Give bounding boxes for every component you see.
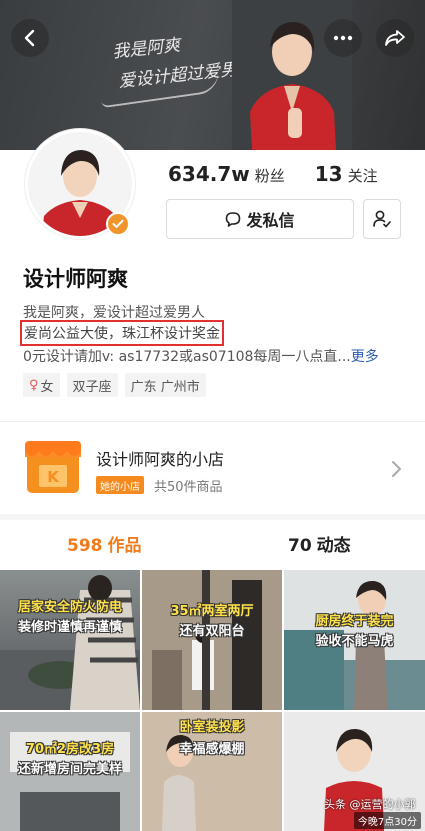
tile-caption: 35㎡两室两厅 <box>170 604 254 619</box>
banner-handwriting-1: 我是阿爽 <box>111 35 182 63</box>
share-arrow-icon <box>385 30 405 46</box>
tile-subcaption: 验收不能马虎 <box>315 634 394 649</box>
tile-caption: 70㎡2房改3房 <box>25 742 115 757</box>
gender-tag: ♀ 女 <box>23 373 60 397</box>
video-grid: 居家安全防火防电 装修时谨慎再谨慎 35㎡两室两厅 还有双阳台 厨房终于装完 验… <box>0 570 425 831</box>
profile-stats: 634.7w 粉丝 13 关注 <box>168 162 378 186</box>
back-button[interactable] <box>11 19 49 57</box>
profile-name: 设计师阿爽 <box>23 267 128 291</box>
shop-icon[interactable]: K <box>23 437 83 497</box>
tile-caption: 卧室装投影 <box>179 720 245 735</box>
profile-tags: ♀ 女 双子座 广东 广州市 <box>23 373 206 397</box>
gender-label: 女 <box>40 379 54 395</box>
bio-more-link[interactable]: 更多 <box>351 349 379 365</box>
location-tag: 广东 广州市 <box>124 373 206 397</box>
add-friend-button[interactable] <box>363 199 401 239</box>
bio-line-3-text: 0元设计请加v: as17732或as07108每周一八点直... <box>23 349 351 365</box>
verified-badge <box>106 212 130 236</box>
tile-subcaption: 还新增房间完美样 <box>17 762 122 777</box>
video-tile[interactable]: 卧室装投影 幸福感爆棚 <box>142 712 282 831</box>
works-count: 598 <box>67 536 103 556</box>
video-thumbnail <box>0 575 140 710</box>
tile-subcaption: 幸福感爆棚 <box>179 742 245 757</box>
female-icon: ♀ <box>29 377 39 393</box>
following-count[interactable]: 13 <box>315 162 343 186</box>
profile-banner: 我是阿爽 爱设计超过爱男人 <box>0 0 425 150</box>
video-tile[interactable]: 35㎡两室两厅 还有双阳台 <box>142 570 282 710</box>
chevron-right-icon[interactable] <box>390 460 402 478</box>
tile-subcaption: 还有双阳台 <box>179 624 245 639</box>
checkmark-icon <box>112 219 124 229</box>
user-check-icon <box>373 210 391 228</box>
posts-count: 70 <box>288 536 312 556</box>
video-tile[interactable]: 厨房终于装完 验收不能马虎 <box>284 570 425 710</box>
more-dots-icon <box>333 35 353 41</box>
shop-badge: 她的小店 <box>96 476 144 494</box>
bio-line-3: 0元设计请加v: as17732或as07108每周一八点直...更多 <box>23 346 379 366</box>
bio-line-1: 我是阿爽，爱设计超过爱男人 <box>23 305 205 321</box>
tab-posts[interactable]: 70 动态 <box>288 531 351 556</box>
chat-bubble-icon <box>226 212 241 227</box>
svg-text:K: K <box>47 468 60 486</box>
tile-caption: 厨房终于装完 <box>315 614 394 629</box>
more-button[interactable] <box>324 19 362 57</box>
message-label: 发私信 <box>246 211 295 230</box>
zodiac-tag: 双子座 <box>66 373 118 397</box>
tile-subcaption: 装修时谨慎再谨慎 <box>17 620 122 635</box>
video-tile[interactable]: 居家安全防火防电 装修时谨慎再谨慎 <box>0 570 140 710</box>
section-divider <box>0 514 425 520</box>
share-button[interactable] <box>376 19 414 57</box>
shop-name[interactable]: 设计师阿爽的小店 <box>96 446 224 470</box>
followers-label[interactable]: 粉丝 <box>255 165 285 186</box>
shop-item-count: 共50件商品 <box>154 480 223 495</box>
posts-label: 动态 <box>316 536 351 556</box>
chevron-left-icon <box>24 29 35 47</box>
works-label: 作品 <box>107 536 142 556</box>
bio-line-2-highlighted: 爱尚公益大使，珠江杯设计奖金 <box>20 320 224 346</box>
followers-count[interactable]: 634.7w <box>168 162 250 186</box>
tile-caption: 居家安全防火防电 <box>17 600 122 615</box>
video-tile[interactable]: 70㎡2房改3房 还新增房间完美样 <box>0 712 140 831</box>
video-thumbnail <box>142 570 282 710</box>
message-button[interactable]: 发私信 <box>166 199 354 239</box>
divider <box>0 421 425 422</box>
tab-works[interactable]: 598 作品 <box>67 531 142 556</box>
watermark: 头条 @运营的小郭 <box>324 798 416 811</box>
video-tile[interactable]: 头条 @运营的小郭 今晚7点30分 <box>284 712 425 831</box>
live-time-badge: 今晚7点30分 <box>353 812 421 829</box>
following-label[interactable]: 关注 <box>348 165 378 186</box>
